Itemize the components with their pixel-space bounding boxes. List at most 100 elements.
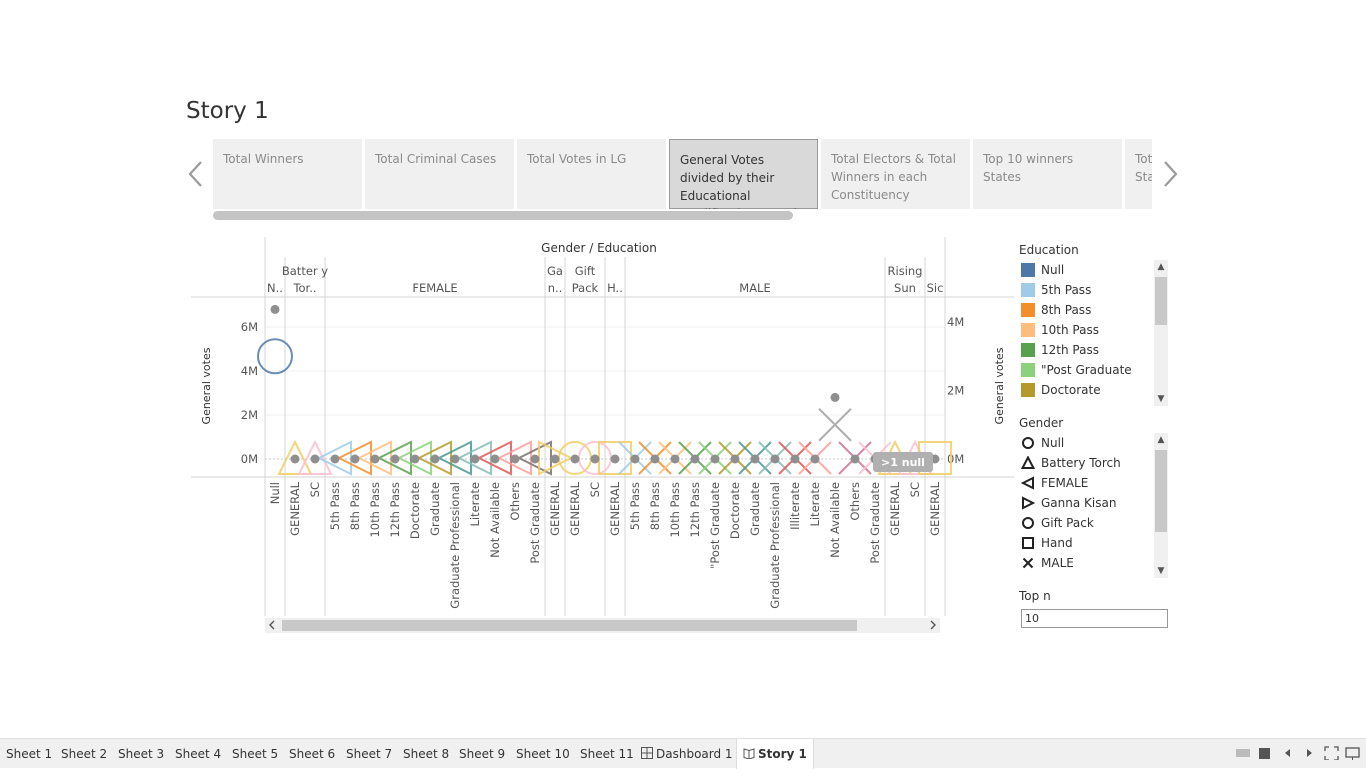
education-legend-item[interactable]: 8th Pass — [1019, 300, 1169, 320]
scroll-down-icon[interactable]: ▼ — [1154, 392, 1168, 406]
y-tick-label-right: 2M — [947, 384, 964, 398]
circle-mark[interactable] — [350, 454, 360, 464]
gender-legend-item[interactable]: Battery Torch — [1019, 453, 1169, 473]
tab-sheet-5[interactable]: Sheet 5 — [232, 744, 278, 764]
tab-sheet-3[interactable]: Sheet 3 — [118, 744, 164, 764]
circle-mark[interactable] — [570, 454, 580, 464]
x-tick-label: SC — [308, 482, 322, 497]
story-point-total-general-states[interactable]: Total General ... States — [1125, 139, 1152, 209]
education-legend-scroll-thumb[interactable] — [1155, 277, 1167, 325]
circle-mark[interactable] — [690, 454, 700, 464]
circle-mark[interactable] — [750, 454, 760, 464]
gender-legend-scrollbar[interactable]: ▲ ▼ — [1154, 433, 1168, 578]
circle-mark[interactable] — [830, 392, 840, 402]
shape-mark[interactable] — [257, 338, 293, 375]
fullscreen-icon[interactable] — [1324, 746, 1340, 760]
tab-sheet-1[interactable]: Sheet 1 — [6, 744, 52, 764]
tab-sheet-10[interactable]: Sheet 10 — [516, 744, 570, 764]
triangle-left-icon — [1021, 476, 1034, 490]
circle-mark[interactable] — [530, 454, 540, 464]
tab-dashboard-1[interactable]: Dashboard 1 — [641, 744, 733, 764]
gender-legend-scroll-thumb[interactable] — [1155, 450, 1167, 532]
gender-legend-item[interactable]: Null — [1019, 433, 1169, 453]
legend-label: Gift Pack — [1041, 516, 1094, 530]
tab-sheet-7[interactable]: Sheet 7 — [346, 744, 392, 764]
circle-mark[interactable] — [310, 454, 320, 464]
gender-legend-item[interactable]: Ganna Kisan — [1019, 493, 1169, 513]
circle-mark[interactable] — [450, 454, 460, 464]
circle-mark[interactable] — [590, 454, 600, 464]
circle-mark[interactable] — [330, 454, 340, 464]
education-legend-item[interactable]: Null — [1019, 260, 1169, 280]
education-legend-item[interactable]: 10th Pass — [1019, 320, 1169, 340]
circle-mark[interactable] — [370, 454, 380, 464]
gender-group-label: FEMALE — [412, 281, 457, 295]
story-point-total-votes[interactable]: Total Votes in LG — [517, 139, 666, 209]
previous-sheet-icon[interactable] — [1280, 746, 1296, 760]
chart-horizontal-scrollbar[interactable] — [265, 618, 940, 633]
gender-legend-item[interactable]: MALE — [1019, 553, 1169, 573]
circle-mark[interactable] — [630, 454, 640, 464]
circle-mark[interactable] — [290, 454, 300, 464]
circle-mark[interactable] — [730, 454, 740, 464]
circle-mark[interactable] — [430, 454, 440, 464]
x-tick-label: GENERAL — [608, 481, 622, 535]
single-view-icon[interactable] — [1257, 746, 1273, 760]
circle-mark[interactable] — [390, 454, 400, 464]
chart-scroll-thumb[interactable] — [282, 620, 857, 631]
scroll-down-icon[interactable]: ▼ — [1154, 564, 1168, 578]
next-story-point-button[interactable] — [1158, 158, 1182, 190]
gender-legend-item[interactable]: Gift Pack — [1019, 513, 1169, 533]
circle-mark[interactable] — [850, 454, 860, 464]
presentation-mode-icon[interactable] — [1345, 746, 1361, 760]
tab-sheet-8[interactable]: Sheet 8 — [403, 744, 449, 764]
circle-mark[interactable] — [510, 454, 520, 464]
circle-mark[interactable] — [790, 454, 800, 464]
null-badge[interactable]: >1 null — [873, 452, 933, 472]
circle-mark[interactable] — [410, 454, 420, 464]
education-legend-item[interactable]: Doctorate — [1019, 380, 1169, 400]
education-legend-scrollbar[interactable]: ▲ ▼ — [1154, 260, 1168, 406]
circle-mark[interactable] — [810, 454, 820, 464]
previous-story-point-button[interactable] — [184, 158, 208, 190]
story-title: Story 1 — [186, 98, 269, 124]
gender-legend-item[interactable]: Hand — [1019, 533, 1169, 553]
circle-mark[interactable] — [610, 454, 620, 464]
circle-mark[interactable] — [270, 304, 280, 314]
grid-view-icon[interactable] — [1235, 746, 1251, 760]
x-tick-label: Others — [848, 482, 862, 521]
circle-mark[interactable] — [670, 454, 680, 464]
education-legend-item[interactable]: 5th Pass — [1019, 280, 1169, 300]
circle-mark[interactable] — [490, 454, 500, 464]
circle-mark[interactable] — [770, 454, 780, 464]
shape-mark[interactable] — [818, 408, 852, 442]
color-swatch — [1021, 343, 1035, 357]
tab-sheet-9[interactable]: Sheet 9 — [459, 744, 505, 764]
legend-label: Null — [1041, 436, 1065, 450]
scroll-up-icon[interactable]: ▲ — [1154, 433, 1168, 447]
story-point-total-criminal-cases[interactable]: Total Criminal Cases — [365, 139, 514, 209]
tab-sheet-6[interactable]: Sheet 6 — [289, 744, 335, 764]
tab-sheet-4[interactable]: Sheet 4 — [175, 744, 221, 764]
tab-story-1[interactable]: Story 1 — [736, 739, 814, 769]
story-point-total-winners[interactable]: Total Winners — [213, 139, 362, 209]
circle-mark[interactable] — [470, 454, 480, 464]
circle-mark[interactable] — [710, 454, 720, 464]
scroll-up-icon[interactable]: ▲ — [1154, 260, 1168, 274]
story-point-electors-winners[interactable]: Total Electors & Total Winners in each C… — [821, 139, 970, 209]
y-tick-label-right: 4M — [947, 315, 964, 329]
story-point-top-10-states[interactable]: Top 10 winners States — [973, 139, 1122, 209]
story-points-strip: Total Winners Total Criminal Cases Total… — [213, 139, 1152, 209]
story-strip-scrollbar[interactable] — [213, 211, 793, 220]
gender-legend-item[interactable]: FEMALE — [1019, 473, 1169, 493]
topn-input[interactable] — [1021, 609, 1168, 628]
story-point-general-votes-education-gender[interactable]: General Votes divided by their Education… — [669, 139, 818, 209]
next-sheet-icon[interactable] — [1302, 746, 1318, 760]
circle-mark[interactable] — [550, 454, 560, 464]
tab-sheet-2[interactable]: Sheet 2 — [61, 744, 107, 764]
tab-sheet-11[interactable]: Sheet 11 — [580, 744, 634, 764]
y-tick-label-left: 6M — [241, 320, 258, 334]
education-legend-item[interactable]: 12th Pass — [1019, 340, 1169, 360]
education-legend-item[interactable]: "Post Graduate — [1019, 360, 1169, 380]
circle-mark[interactable] — [650, 454, 660, 464]
